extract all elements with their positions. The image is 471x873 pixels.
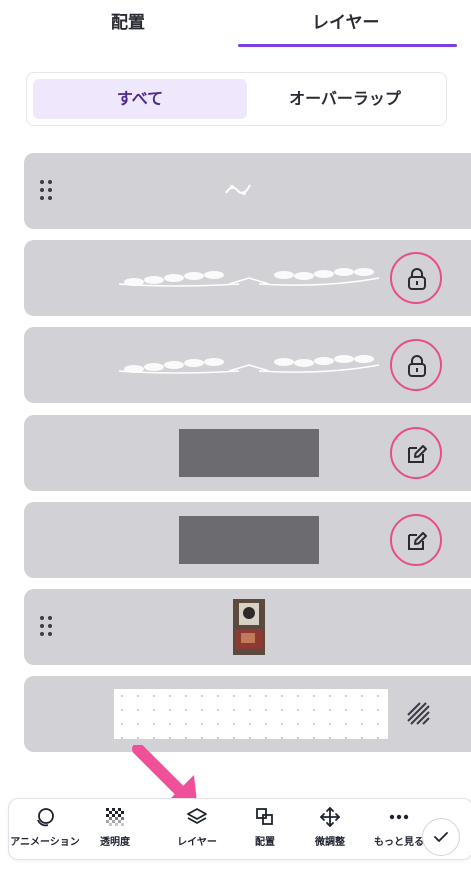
edit-icon — [408, 532, 427, 550]
rectangle-thumbnail — [179, 429, 319, 477]
bottom-toolbar: アニメーション 透明度 レイヤー 配置 微調整 もっと見る — [8, 798, 471, 860]
top-tabs: 配置 レイヤー — [0, 0, 471, 50]
layer-row[interactable] — [24, 153, 471, 229]
animation-icon — [37, 808, 54, 827]
lock-icon — [408, 355, 426, 377]
edit-button[interactable] — [390, 514, 442, 566]
lock-icon — [408, 268, 426, 290]
toolbar-transparency[interactable]: 透明度 — [75, 805, 155, 853]
active-tab-indicator — [238, 44, 457, 47]
tab-arrange[interactable]: 配置 — [111, 8, 145, 33]
layer-row[interactable] — [24, 589, 471, 665]
filter-overlap[interactable]: オーバーラップ — [249, 79, 441, 119]
photo-thumbnail — [233, 599, 265, 655]
transparency-icon — [106, 808, 124, 826]
lock-button[interactable] — [390, 252, 442, 304]
layer-row[interactable] — [24, 502, 471, 578]
rectangle-thumbnail — [179, 516, 319, 564]
layers-icon — [187, 808, 207, 824]
lock-button[interactable] — [390, 339, 442, 391]
toolbar-animation[interactable]: アニメーション — [5, 805, 85, 853]
drag-handle-icon[interactable] — [40, 616, 56, 638]
tab-layers[interactable]: レイヤー — [312, 8, 380, 33]
more-icon — [389, 814, 409, 820]
toolbar-nudge[interactable]: 微調整 — [290, 805, 370, 853]
filter-all[interactable]: すべて — [33, 79, 247, 119]
position-icon — [256, 808, 273, 825]
layer-row[interactable] — [24, 327, 471, 403]
ornament-thumbnail — [225, 184, 251, 195]
dotted-background-thumbnail — [114, 689, 388, 739]
layer-filter: すべて オーバーラップ — [26, 72, 447, 126]
layer-row[interactable] — [24, 676, 471, 752]
edit-icon — [408, 445, 427, 463]
nudge-icon — [320, 807, 340, 827]
laurel-thumbnail — [118, 268, 380, 287]
transparency-pattern-icon — [407, 702, 430, 725]
edit-button[interactable] — [390, 427, 442, 479]
check-icon — [434, 832, 448, 842]
drag-handle-icon[interactable] — [40, 180, 56, 202]
done-button[interactable] — [422, 818, 460, 856]
layer-row[interactable] — [24, 240, 471, 316]
laurel-thumbnail — [118, 355, 380, 374]
layer-row[interactable] — [24, 415, 471, 491]
